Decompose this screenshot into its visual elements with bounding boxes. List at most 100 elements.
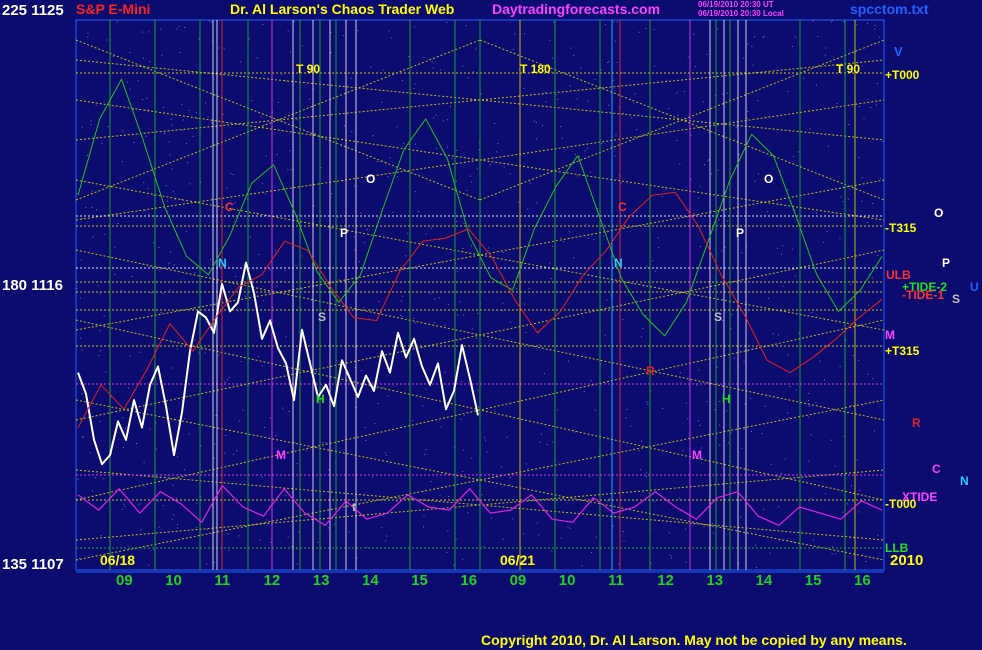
star-dot xyxy=(634,93,636,95)
star-dot xyxy=(76,287,78,289)
star-dot xyxy=(388,30,390,32)
star-dot xyxy=(687,418,689,420)
star-dot xyxy=(717,169,719,171)
star-dot xyxy=(594,409,596,411)
star-dot xyxy=(608,60,610,62)
star-dot xyxy=(92,236,94,238)
star-dot xyxy=(316,371,318,373)
star-dot xyxy=(185,143,187,145)
star-dot xyxy=(747,43,749,45)
star-dot xyxy=(483,546,485,548)
star-dot xyxy=(787,189,789,191)
star-dot xyxy=(363,307,365,309)
star-dot xyxy=(270,318,272,320)
star-dot xyxy=(449,106,451,108)
star-dot xyxy=(551,550,553,552)
star-dot xyxy=(794,36,796,38)
star-dot xyxy=(126,81,128,83)
star-dot xyxy=(551,57,553,59)
star-dot xyxy=(812,20,814,22)
star-dot xyxy=(699,246,701,247)
star-dot xyxy=(612,525,614,527)
right-label-t315-plus: +T315 xyxy=(885,344,920,358)
star-dot xyxy=(439,495,441,497)
x-tick-label: 15 xyxy=(804,572,822,589)
star-dot xyxy=(148,31,150,33)
star-dot xyxy=(780,253,782,255)
star-dot xyxy=(758,173,759,175)
star-dot xyxy=(218,47,220,49)
star-dot xyxy=(569,527,571,529)
star-dot xyxy=(834,553,836,555)
star-dot xyxy=(171,168,173,170)
star-dot xyxy=(608,104,610,106)
star-dot xyxy=(171,367,173,369)
star-dot xyxy=(726,410,728,412)
copyright-text: Copyright 2010, Dr. Al Larson. May not b… xyxy=(481,632,907,648)
star-dot xyxy=(653,29,655,30)
star-dot xyxy=(553,21,555,23)
star-dot xyxy=(124,506,126,508)
star-dot xyxy=(96,209,97,211)
star-dot xyxy=(367,157,369,159)
star-dot xyxy=(506,436,508,438)
star-dot xyxy=(285,80,287,82)
star-dot xyxy=(396,500,398,502)
star-dot xyxy=(587,100,589,102)
star-dot xyxy=(117,223,119,224)
star-dot xyxy=(646,472,648,474)
star-dot xyxy=(778,506,780,508)
star-dot xyxy=(853,355,854,357)
site-link[interactable]: Daytradingforecasts.com xyxy=(492,1,660,17)
star-dot xyxy=(89,182,91,184)
star-dot xyxy=(142,31,144,33)
star-dot xyxy=(370,66,372,68)
right-label-u: U xyxy=(970,280,979,294)
star-dot xyxy=(541,433,542,435)
star-dot xyxy=(423,526,424,528)
star-dot xyxy=(473,71,474,73)
star-dot xyxy=(206,529,208,531)
star-dot xyxy=(172,484,174,486)
star-dot xyxy=(523,87,525,89)
star-dot xyxy=(229,376,231,378)
star-dot xyxy=(412,318,414,319)
star-dot xyxy=(414,143,416,145)
star-dot xyxy=(301,255,303,257)
star-dot xyxy=(210,258,212,260)
x-tick-label: 10 xyxy=(558,572,576,589)
star-dot xyxy=(606,299,608,301)
star-dot xyxy=(825,47,827,49)
star-dot xyxy=(875,104,877,106)
marker-c-second: C xyxy=(618,200,627,214)
star-dot xyxy=(515,288,517,290)
star-dot xyxy=(287,536,289,538)
star-dot xyxy=(218,354,220,356)
star-dot xyxy=(289,150,291,152)
star-dot xyxy=(145,210,147,212)
star-dot xyxy=(103,478,105,480)
star-dot xyxy=(251,100,253,102)
star-dot xyxy=(187,162,189,164)
star-dot xyxy=(379,161,381,163)
star-dot xyxy=(574,431,576,433)
star-dot xyxy=(184,27,186,28)
star-dot xyxy=(389,157,391,159)
star-dot xyxy=(354,185,355,187)
star-dot xyxy=(262,24,264,25)
star-dot xyxy=(357,30,359,32)
star-dot xyxy=(630,425,632,427)
star-dot xyxy=(192,135,194,137)
star-dot xyxy=(772,333,774,335)
star-dot xyxy=(463,415,465,417)
star-dot xyxy=(573,257,575,259)
marker-n-second: N xyxy=(614,256,623,270)
chart-canvas xyxy=(75,19,885,573)
star-dot xyxy=(824,379,825,381)
star-dot xyxy=(171,118,172,120)
star-dot xyxy=(867,22,868,24)
star-dot xyxy=(248,38,250,40)
star-dot xyxy=(76,193,78,195)
star-dot xyxy=(846,503,848,505)
star-dot xyxy=(752,64,754,66)
